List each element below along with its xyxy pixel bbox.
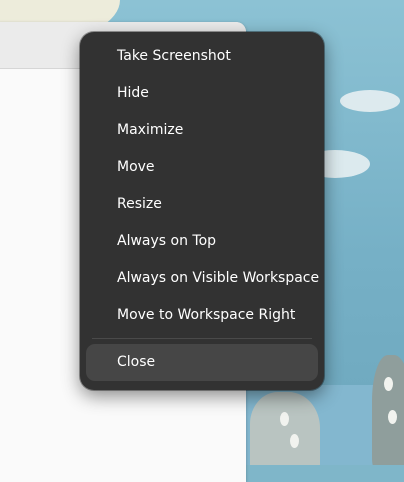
menu-item-close[interactable]: Close <box>86 344 318 381</box>
menu-item-resize[interactable]: Resize <box>86 186 318 223</box>
menu-item-maximize[interactable]: Maximize <box>86 112 318 149</box>
wallpaper-rock-spot <box>384 377 393 391</box>
menu-separator <box>92 338 312 339</box>
wallpaper-rock-spot <box>280 412 289 426</box>
wallpaper-cloud <box>340 90 400 112</box>
menu-item-always-on-top[interactable]: Always on Top <box>86 223 318 260</box>
menu-item-move-to-workspace-right[interactable]: Move to Workspace Right <box>86 297 318 334</box>
menu-item-move[interactable]: Move <box>86 149 318 186</box>
wallpaper-rock <box>372 355 404 465</box>
menu-item-hide[interactable]: Hide <box>86 75 318 112</box>
wallpaper-rock-spot <box>388 410 397 424</box>
wallpaper-rock-spot <box>290 434 299 448</box>
window-context-menu: Take Screenshot Hide Maximize Move Resiz… <box>80 32 324 390</box>
menu-item-take-screenshot[interactable]: Take Screenshot <box>86 38 318 75</box>
wallpaper-rock <box>250 392 320 465</box>
menu-item-always-on-visible-workspace[interactable]: Always on Visible Workspace <box>86 260 319 297</box>
